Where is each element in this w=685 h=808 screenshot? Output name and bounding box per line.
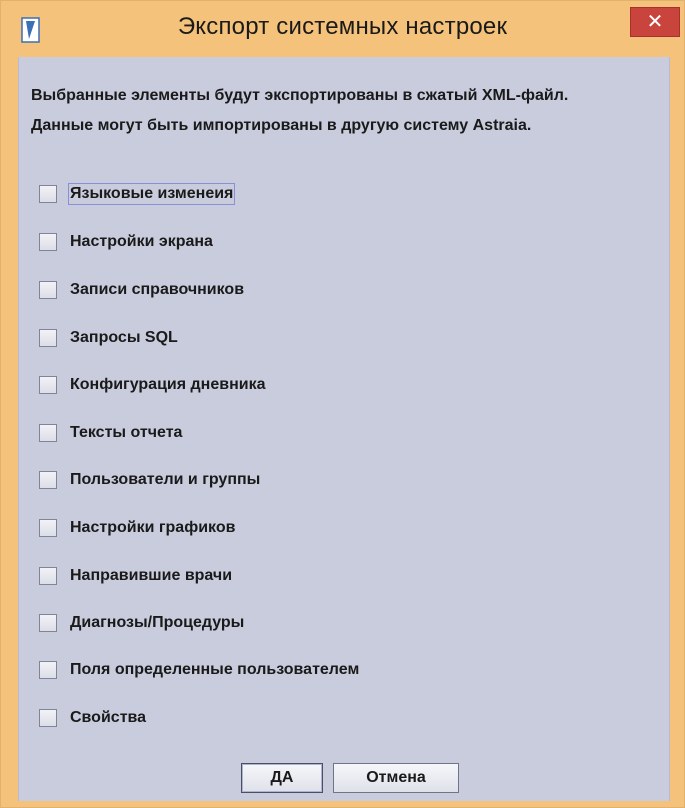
option-properties[interactable]: Свойства [39, 705, 148, 731]
option-diary-config[interactable]: Конфигурация дневника [39, 372, 267, 398]
option-referring-doctors[interactable]: Направившие врачи [39, 563, 234, 589]
option-label: Конфигурация дневника [70, 376, 266, 393]
checkbox[interactable] [39, 233, 57, 251]
close-icon: ✕ [646, 11, 664, 33]
checkbox[interactable] [39, 567, 57, 585]
option-label: Пользователи и группы [70, 471, 261, 488]
option-label: Настройки экрана [70, 233, 213, 250]
description-line-2: Данные могут быть импортированы в другую… [31, 117, 532, 134]
checkbox[interactable] [39, 329, 57, 347]
description: Выбранные элементы будут экспортированы … [31, 81, 671, 141]
option-report-texts[interactable]: Тексты отчета [39, 420, 184, 446]
option-label: Свойства [70, 709, 147, 726]
option-users-groups[interactable]: Пользователи и группы [39, 467, 262, 493]
description-line-1: Выбранные элементы будут экспортированы … [31, 87, 569, 104]
cancel-button[interactable]: Отмена [333, 763, 459, 793]
title-bar[interactable]: Экспорт системных настроек ✕ [1, 1, 684, 57]
close-button[interactable]: ✕ [630, 7, 680, 37]
option-sql-queries[interactable]: Запросы SQL [39, 325, 180, 351]
checkbox[interactable] [39, 424, 57, 442]
option-language-changes[interactable]: Языковые изменеия [39, 181, 236, 207]
option-diagnoses-procedures[interactable]: Диагнозы/Процедуры [39, 610, 246, 636]
checkbox[interactable] [39, 281, 57, 299]
checkbox[interactable] [39, 471, 57, 489]
option-label: Диагнозы/Процедуры [70, 614, 245, 631]
checkbox[interactable] [39, 519, 57, 537]
ok-button[interactable]: ДА [241, 763, 323, 793]
checkbox[interactable] [39, 614, 57, 632]
option-user-defined-fields[interactable]: Поля определенные пользователем [39, 657, 361, 683]
option-label: Языковые изменеия [68, 183, 236, 205]
option-screen-settings[interactable]: Настройки экрана [39, 229, 215, 255]
checkbox[interactable] [39, 661, 57, 679]
option-label: Поля определенные пользователем [70, 661, 360, 678]
checkbox[interactable] [39, 185, 57, 203]
export-settings-dialog: Экспорт системных настроек ✕ Выбранные э… [0, 0, 685, 808]
option-label: Тексты отчета [70, 424, 183, 441]
option-chart-settings[interactable]: Настройки графиков [39, 515, 237, 541]
dialog-title: Экспорт системных настроек [177, 13, 508, 40]
option-label: Запросы SQL [70, 329, 178, 346]
option-label: Записи справочников [70, 281, 245, 298]
option-reference-records[interactable]: Записи справочников [39, 277, 246, 303]
checkbox[interactable] [39, 709, 57, 727]
dialog-content: Выбранные элементы будут экспортированы … [18, 57, 670, 801]
checkbox[interactable] [39, 376, 57, 394]
option-label: Направившие врачи [70, 567, 233, 584]
option-label: Настройки графиков [70, 519, 236, 536]
